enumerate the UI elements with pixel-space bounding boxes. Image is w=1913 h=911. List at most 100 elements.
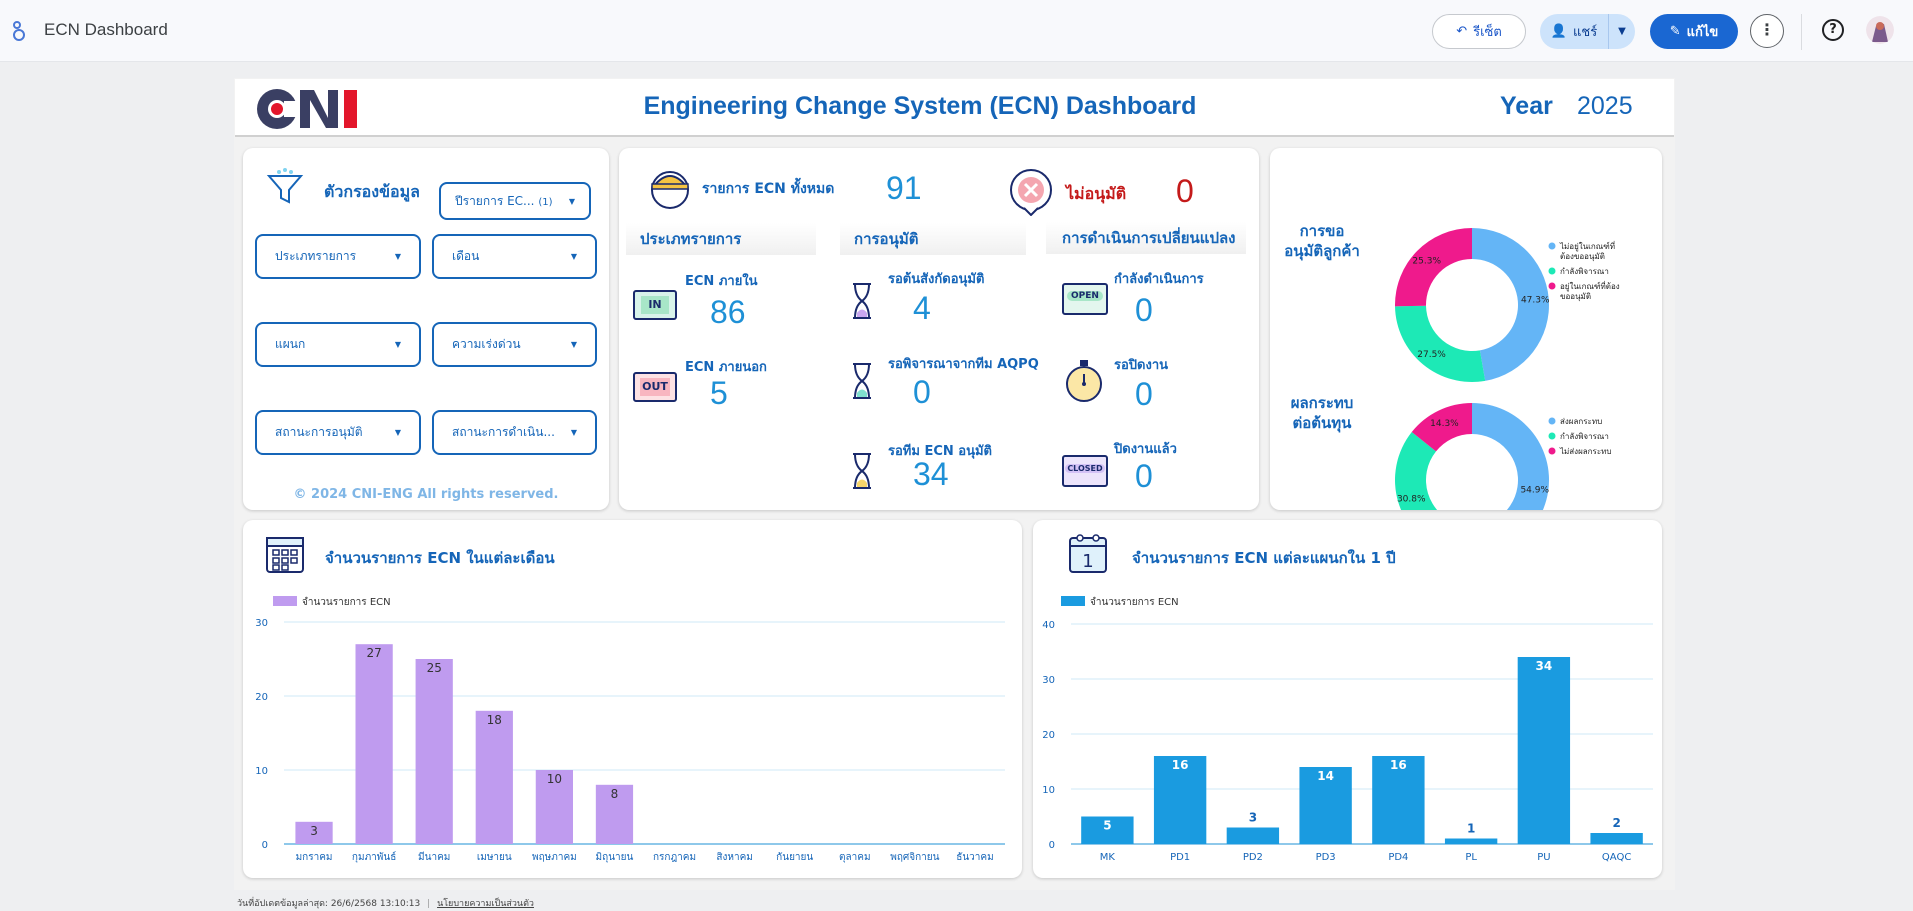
department-filter-label: แผนก — [275, 337, 306, 351]
bar-value-label: 25 — [427, 661, 442, 675]
privacy-policy-link[interactable]: นโยบายความเป็นส่วนตัว — [437, 899, 534, 909]
bar-value-label: 34 — [1536, 659, 1553, 673]
urgency-filter-dropdown[interactable]: ความเร่งด่วน ▼ — [432, 322, 597, 367]
closed-sign-icon: CLOSED — [1062, 455, 1108, 487]
bar-value-label: 3 — [310, 824, 318, 838]
caret-down-icon: ▼ — [394, 428, 401, 437]
reset-button[interactable]: ↶ รีเซ็ต — [1432, 14, 1526, 49]
year-filter-dropdown[interactable]: ปีรายการ EC... (1) ▼ — [439, 182, 591, 220]
in-progress-value: 0 — [1135, 292, 1153, 328]
donut-title: ต่อต้นทุน — [1293, 414, 1353, 433]
x-tick-label: PU — [1537, 852, 1550, 863]
caret-down-icon: ▼ — [394, 252, 401, 261]
bar — [415, 659, 453, 844]
donut-title: อนุมัติลูกค้า — [1284, 242, 1360, 261]
engineer-helmet-icon — [651, 171, 689, 209]
y-tick-label: 10 — [255, 766, 268, 777]
approval-status-filter-dropdown[interactable]: สถานะการอนุมัติ ▼ — [255, 410, 421, 455]
x-tick-label: PL — [1465, 852, 1477, 863]
legend-label: ไม่อยู่ในเกณฑ์ที่ — [1559, 240, 1615, 252]
donut-title: การขอ — [1300, 222, 1345, 240]
caret-down-icon: ▼ — [570, 340, 577, 349]
y-tick-label: 40 — [1042, 620, 1055, 631]
external-ecn-value: 5 — [710, 375, 728, 411]
slice-label: 25.3% — [1412, 256, 1441, 266]
donut-title: ผลกระทบ — [1291, 394, 1354, 412]
year-value: 2025 — [1577, 92, 1633, 120]
month-filter-label: เดือน — [452, 249, 480, 263]
type-filter-dropdown[interactable]: ประเภทรายการ ▼ — [255, 234, 421, 279]
legend-swatch — [1548, 242, 1556, 250]
legend-swatch — [1548, 267, 1556, 275]
x-tick-label: PD1 — [1170, 852, 1190, 863]
share-button[interactable]: 👤 แชร์ ▼ — [1540, 14, 1635, 49]
x-tick-label: เมษายน — [477, 852, 512, 863]
monthly-bar-chart: จำนวนรายการ ECN 0 10 20 30 มกราคม 3 กุมภาพันธ์ 2… — [255, 596, 1005, 863]
x-tick-label: กันยายน — [776, 852, 813, 863]
slice-label: 14.3% — [1430, 419, 1459, 429]
open-sign-icon: OPEN — [1062, 283, 1108, 315]
legend-label: ขออนุมัติ — [1560, 292, 1591, 301]
y-tick-label: 30 — [1042, 675, 1055, 686]
y-tick-label: 0 — [262, 840, 268, 851]
out-badge-icon: OUT — [633, 372, 677, 402]
bar — [1444, 838, 1498, 844]
more-options-icon[interactable]: ⋮ — [1750, 14, 1784, 48]
caret-down-icon: ▼ — [570, 252, 577, 261]
help-icon[interactable]: ? — [1822, 19, 1844, 41]
bar-value-label: 27 — [366, 646, 381, 660]
legend-swatch — [1061, 596, 1085, 606]
wait-aqpq-value: 0 — [913, 374, 931, 410]
x-tick-label: พฤศจิกายน — [890, 852, 939, 863]
y-tick-label: 20 — [1042, 730, 1055, 741]
x-tick-label: กรกฎาคม — [653, 852, 696, 863]
caret-down-icon: ▼ — [570, 428, 577, 437]
in-progress-label: กำลังดำเนินการ — [1114, 272, 1204, 287]
x-tick-label: พฤษภาคม — [532, 852, 577, 863]
last-updated-text: วันที่อัปเดตข้อมูลล่าสุด: 26/6/2568 13:1… — [237, 899, 421, 909]
x-tick-label: ธันวาคม — [956, 852, 993, 863]
donut-charts: การขออนุมัติลูกค้า 47.3% 27.5% 25.3% ไม่อยู่… — [1284, 222, 1620, 510]
x-tick-label: กุมภาพันธ์ — [352, 851, 396, 863]
legend-swatch — [1548, 417, 1556, 425]
urgency-filter-label: ความเร่งด่วน — [452, 337, 521, 351]
filter-funnel-icon — [266, 168, 304, 204]
x-tick-label: QAQC — [1602, 852, 1631, 863]
bar — [1226, 827, 1280, 844]
legend-label: ต้องขออนุมัติ — [1560, 252, 1605, 261]
y-tick-label: 20 — [255, 692, 268, 703]
slice-label: 30.8% — [1397, 494, 1426, 504]
report-title[interactable]: ECN Dashboard — [44, 20, 168, 40]
bar-value-label: 16 — [1390, 758, 1407, 772]
year-filter-label: ปีรายการ EC... — [455, 193, 535, 208]
slice-label: 47.3% — [1521, 296, 1550, 306]
caret-down-icon: ▼ — [394, 340, 401, 349]
footer: วันที่อัปเดตข้อมูลล่าสุด: 26/6/2568 13:1… — [237, 899, 534, 909]
legend-label: กำลังพิจารณา — [1560, 267, 1609, 276]
legend-label: กำลังพิจารณา — [1560, 432, 1609, 441]
department-filter-dropdown[interactable]: แผนก ▼ — [255, 322, 421, 367]
bar-value-label: 18 — [487, 713, 502, 727]
type-filter-label: ประเภทรายการ — [275, 249, 357, 263]
closed-label: ปิดงานแล้ว — [1114, 442, 1177, 457]
bar-value-label: 10 — [547, 772, 562, 786]
share-dropdown-button[interactable]: ▼ — [1609, 26, 1635, 37]
month-filter-dropdown[interactable]: เดือน ▼ — [432, 234, 597, 279]
filter-title: ตัวกรองข้อมูล — [324, 182, 420, 201]
hourglass-icon — [853, 363, 871, 399]
edit-button[interactable]: ✎ แก้ไข — [1650, 14, 1738, 49]
year-label: Year — [1500, 92, 1553, 120]
reject-x-icon — [1010, 169, 1052, 216]
legend-swatch — [1548, 447, 1556, 455]
legend-label: อยู่ในเกณฑ์ที่ต้อง — [1560, 280, 1620, 292]
in-badge-icon: IN — [633, 290, 677, 320]
hourglass-icon — [853, 283, 871, 319]
progress-status-filter-dropdown[interactable]: สถานะการดำเนิน... ▼ — [432, 410, 597, 455]
cni-logo — [257, 89, 357, 129]
undo-icon: ↶ — [1456, 24, 1468, 39]
caret-down-icon: ▼ — [568, 196, 575, 206]
bar-value-label: 1 — [1467, 822, 1475, 836]
legend-swatch — [1548, 282, 1556, 290]
avatar[interactable] — [1866, 16, 1894, 44]
bar-value-label: 2 — [1612, 816, 1620, 830]
